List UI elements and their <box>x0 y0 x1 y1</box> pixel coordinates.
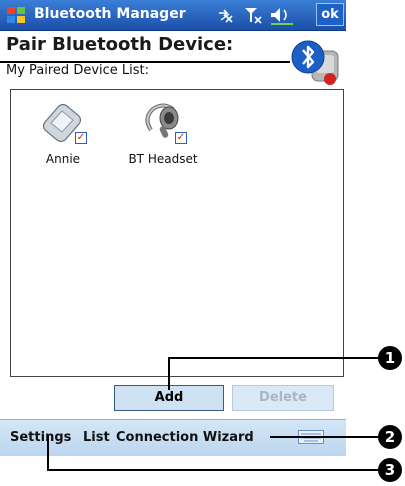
add-button[interactable]: Add <box>114 385 224 411</box>
delete-button[interactable]: Delete <box>232 385 334 411</box>
title-bar: Bluetooth Manager ok <box>0 0 346 31</box>
menu-connection-wizard[interactable]: Connection Wizard <box>116 430 254 445</box>
ok-button[interactable]: ok <box>316 3 344 26</box>
menu-bar: Settings List Connection Wizard <box>0 419 346 456</box>
device-label: BT Headset <box>128 152 198 166</box>
connectivity-icon[interactable] <box>219 9 233 23</box>
checkbox-checked-icon[interactable]: ✓ <box>175 132 187 144</box>
app-title: Bluetooth Manager <box>34 6 186 22</box>
paired-device-list[interactable]: ✓ Annie ✓ BT Headset <box>10 89 344 377</box>
signal-icon[interactable] <box>245 8 262 24</box>
callout-badge-1: 1 <box>378 346 402 370</box>
menu-settings[interactable]: Settings <box>10 430 71 445</box>
action-bar: Add Delete <box>0 381 346 415</box>
list-caption: My Paired Device List: <box>6 63 150 78</box>
page-title: Pair Bluetooth Device: <box>6 34 234 55</box>
headset-icon: ✓ <box>137 100 189 146</box>
device-label: Annie <box>45 152 81 166</box>
keyboard-icon[interactable] <box>298 430 324 444</box>
menu-list[interactable]: List <box>83 430 110 445</box>
checkbox-checked-icon[interactable]: ✓ <box>75 132 87 144</box>
windows-start-icon[interactable] <box>6 5 26 25</box>
volume-icon[interactable] <box>271 8 293 25</box>
list-item[interactable]: ✓ BT Headset <box>113 100 213 166</box>
callout-badge-3: 3 <box>378 458 402 482</box>
list-item[interactable]: ✓ Annie <box>13 100 113 166</box>
callout-badge-2: 2 <box>378 425 402 449</box>
status-tray <box>219 8 293 25</box>
pda-icon: ✓ <box>37 100 89 146</box>
bluetooth-icon <box>291 40 339 85</box>
